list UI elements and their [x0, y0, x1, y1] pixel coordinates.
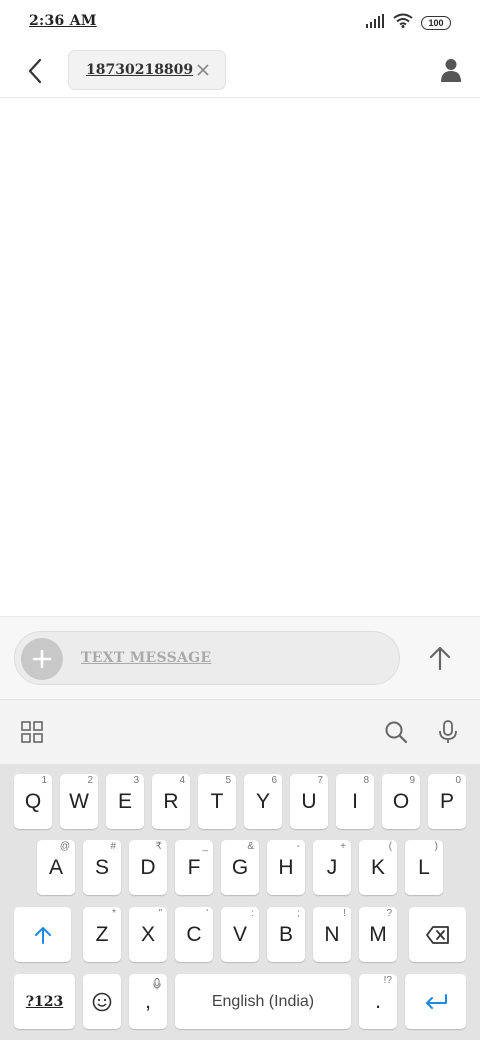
key-r[interactable]: 4R: [152, 774, 190, 829]
key-q[interactable]: 1Q: [14, 774, 52, 829]
add-contact-button[interactable]: [438, 56, 464, 84]
attach-button[interactable]: [21, 638, 63, 680]
smiley-icon: [92, 992, 112, 1011]
key-l[interactable]: ) L: [405, 840, 443, 895]
key-v[interactable]: :V: [221, 907, 259, 962]
key-m[interactable]: ? M: [359, 907, 397, 962]
back-button[interactable]: [20, 54, 50, 88]
key-t[interactable]: 5T: [198, 774, 236, 829]
keyboard-toolbar: [0, 699, 480, 764]
recipient-number: 18730218809: [86, 62, 194, 78]
microphone-icon: [439, 720, 457, 743]
signal-icon: [365, 13, 385, 33]
voice-input-button[interactable]: [436, 720, 460, 744]
key-x[interactable]: " X: [129, 907, 167, 962]
person-icon: [441, 59, 461, 82]
key-e[interactable]: 3E: [106, 774, 144, 829]
status-time: 2:36 AM: [29, 13, 97, 29]
status-bar: 2:36 AM 100: [0, 0, 480, 44]
key-c[interactable]: ' C: [175, 907, 213, 962]
key-h[interactable]: -H: [267, 840, 305, 895]
close-icon: [197, 64, 209, 76]
key-g[interactable]: & G: [221, 840, 259, 895]
emoji-key[interactable]: [83, 974, 121, 1029]
enter-key[interactable]: [405, 974, 466, 1029]
status-icons: 100: [365, 13, 451, 33]
period-key[interactable]: !? .: [359, 974, 397, 1029]
backspace-key[interactable]: [409, 907, 466, 962]
num-sym-key[interactable]: ?123: [14, 974, 75, 1029]
arrow-up-icon: [429, 646, 451, 671]
key-y[interactable]: 6Y: [244, 774, 282, 829]
wifi-icon: [393, 13, 413, 33]
key-j[interactable]: + J: [313, 840, 351, 895]
grid-icon: [21, 721, 43, 743]
keyboard-search-button[interactable]: [384, 720, 408, 744]
enter-arrow-icon: [425, 993, 447, 1009]
recipient-chip[interactable]: 18730218809: [68, 50, 226, 90]
key-s[interactable]: # S: [83, 840, 121, 895]
message-thread[interactable]: [0, 98, 480, 616]
keyboard: 1Q 2W 3E 4R 5T 6Y 7U 8I 9O 0P @ A # S ₹ D _…: [0, 764, 480, 1040]
key-k[interactable]: (K: [359, 840, 397, 895]
message-input[interactable]: TEXT MESSAGE: [81, 650, 211, 666]
remove-recipient-button[interactable]: [195, 62, 211, 78]
key-b[interactable]: ; B: [267, 907, 305, 962]
key-z[interactable]: * Z: [83, 907, 121, 962]
key-d[interactable]: ₹ D: [129, 840, 167, 895]
composer-bar: TEXT MESSAGE: [0, 616, 480, 699]
key-i[interactable]: 8I: [336, 774, 374, 829]
key-a[interactable]: @ A: [37, 840, 75, 895]
comma-key[interactable]: ,: [129, 974, 167, 1029]
shift-key[interactable]: [14, 907, 71, 962]
space-key[interactable]: English (India): [175, 974, 351, 1029]
apps-grid-button[interactable]: [20, 720, 44, 744]
shift-arrow-icon: [34, 926, 51, 944]
send-button[interactable]: [422, 640, 458, 676]
message-input-container[interactable]: TEXT MESSAGE: [14, 631, 400, 685]
key-u[interactable]: 7U: [290, 774, 328, 829]
battery-icon: 100: [421, 16, 451, 30]
key-o[interactable]: 9O: [382, 774, 420, 829]
backspace-icon: [425, 925, 449, 944]
search-icon: [385, 721, 408, 744]
key-n[interactable]: ! N: [313, 907, 351, 962]
plus-icon: [32, 649, 52, 669]
conversation-header: 18730218809: [0, 44, 480, 98]
key-p[interactable]: 0P: [428, 774, 466, 829]
back-arrow-icon: [28, 58, 42, 84]
key-w[interactable]: 2W: [60, 774, 98, 829]
key-f[interactable]: _ F: [175, 840, 213, 895]
